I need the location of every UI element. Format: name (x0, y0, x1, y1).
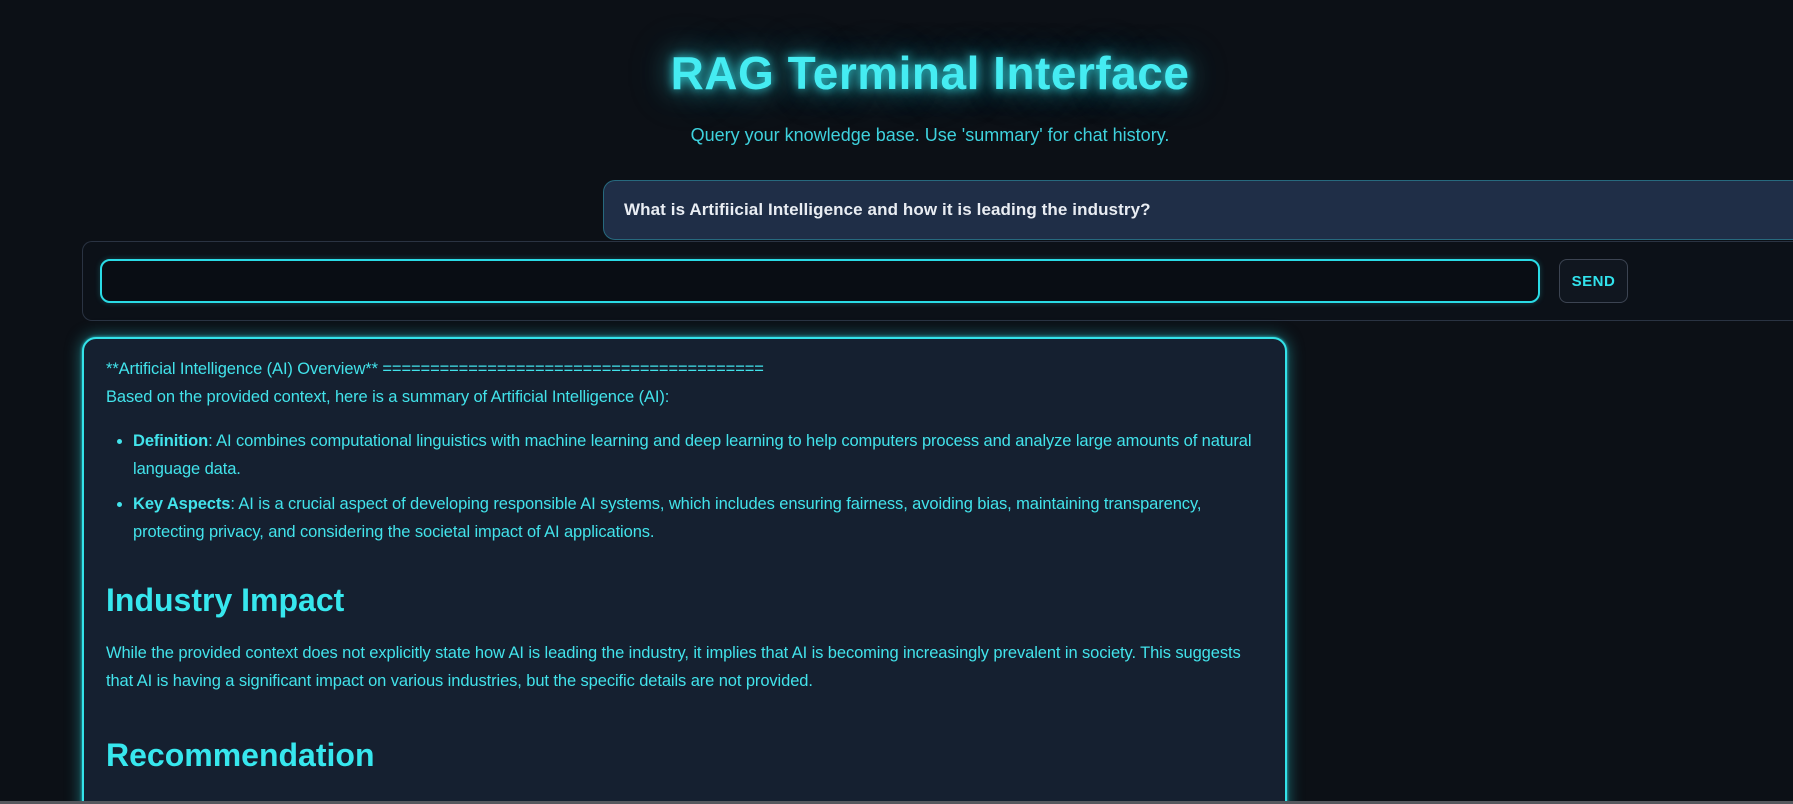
bullet-text: : AI combines computational linguistics … (133, 432, 1251, 478)
page-subtitle: Query your knowledge base. Use 'summary'… (671, 125, 1190, 146)
composer-bar: SEND (82, 241, 1793, 321)
bullet-term: Key Aspects (133, 495, 230, 513)
response-panel: **Artificial Intelligence (AI) Overview*… (82, 337, 1287, 804)
user-message-bubble: What is Artifiicial Intelligence and how… (603, 180, 1793, 240)
section-heading-recommendation: Recommendation (106, 741, 1263, 769)
app-header: RAG Terminal Interface Query your knowle… (671, 46, 1190, 146)
page-title: RAG Terminal Interface (671, 46, 1190, 100)
send-button[interactable]: SEND (1559, 259, 1628, 303)
bullet-text: : AI is a crucial aspect of developing r… (133, 495, 1201, 541)
app-root: RAG Terminal Interface Query your knowle… (0, 0, 1793, 804)
list-item-definition: Definition: AI combines computational li… (133, 427, 1263, 483)
user-message-text: What is Artifiicial Intelligence and how… (624, 200, 1151, 220)
section-heading-industry-impact: Industry Impact (106, 586, 1263, 614)
response-overview-line: **Artificial Intelligence (AI) Overview*… (106, 355, 1263, 383)
list-item-key-aspects: Key Aspects: AI is a crucial aspect of d… (133, 490, 1263, 546)
query-input[interactable] (100, 259, 1540, 303)
response-intro: Based on the provided context, here is a… (106, 383, 1263, 411)
section-body-industry-impact: While the provided context does not expl… (106, 639, 1246, 695)
response-bullet-list: Definition: AI combines computational li… (106, 427, 1263, 546)
bullet-term: Definition (133, 432, 208, 450)
